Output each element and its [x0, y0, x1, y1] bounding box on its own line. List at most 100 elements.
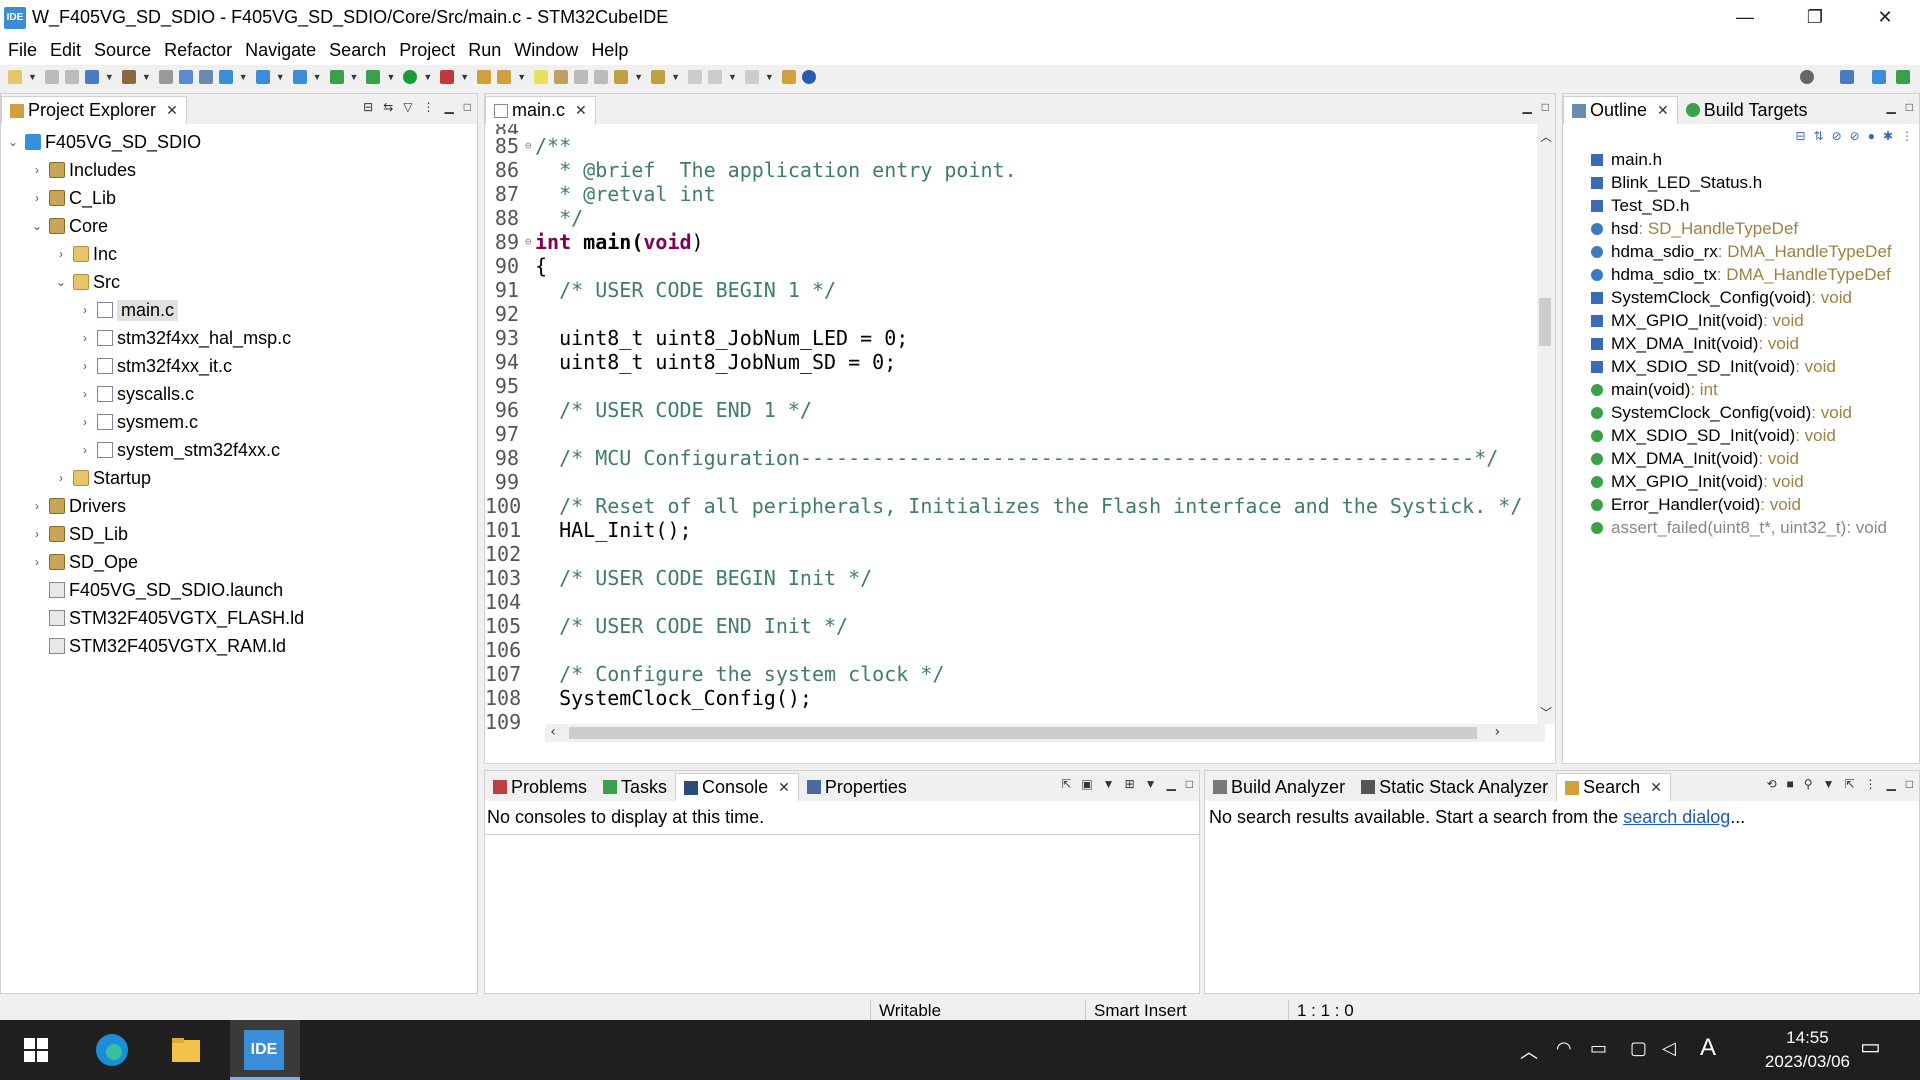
close-tab-icon[interactable]: ✕	[166, 102, 178, 119]
close-tab-icon[interactable]: ✕	[1650, 779, 1662, 796]
fold-toggle-icon[interactable]: ⊖	[525, 134, 535, 158]
tree-item[interactable]: › SD_Lib	[1, 520, 477, 548]
prev-annotation-icon[interactable]	[651, 70, 666, 84]
tab-main-c[interactable]: main.c ✕	[485, 96, 596, 124]
save-icon[interactable]	[44, 70, 59, 84]
outline-item[interactable]: MX_GPIO_Init(void) : void	[1563, 309, 1919, 332]
info-icon[interactable]	[801, 70, 816, 84]
menu-search[interactable]: Search	[325, 40, 390, 61]
expanded-chevron-icon[interactable]: ⌄	[53, 275, 69, 289]
menu-file[interactable]: File	[4, 40, 41, 61]
view-menu-icon[interactable]: ⋮	[1901, 129, 1913, 143]
back-dropdown-icon[interactable]: ▼	[728, 72, 737, 82]
new-dropdown-icon[interactable]: ▼	[28, 72, 37, 82]
new-source-icon[interactable]	[255, 70, 270, 84]
menu-edit[interactable]: Edit	[46, 40, 85, 61]
tab-project-explorer[interactable]: Project Explorer ✕	[1, 96, 187, 124]
prev-annotation-dropdown-icon[interactable]: ▼	[671, 72, 680, 82]
tab-outline[interactable]: Outline ✕	[1563, 96, 1678, 124]
new-project-dropdown-icon[interactable]: ▼	[239, 72, 248, 82]
external-tools-dropdown-icon[interactable]: ▼	[460, 72, 469, 82]
search-dialog-link[interactable]: search dialog	[1623, 807, 1730, 827]
maximize-view-icon[interactable]: □	[464, 100, 471, 114]
tab-static-stack-analyzer[interactable]: Static Stack Analyzer	[1353, 773, 1556, 801]
device-config-dropdown-icon[interactable]: ▼	[105, 72, 114, 82]
new-class-icon[interactable]	[292, 70, 307, 84]
network-icon[interactable]: ◠	[1556, 1038, 1572, 1059]
save-all-icon[interactable]	[64, 70, 79, 84]
search-icon[interactable]	[1800, 70, 1814, 84]
scroll-up-icon[interactable]: ︿	[1540, 128, 1552, 145]
rerun-search-icon[interactable]: ⟲	[1766, 777, 1776, 791]
maximize-button[interactable]: ❐	[1780, 0, 1850, 35]
collapse-all-icon[interactable]: ⊟	[363, 100, 373, 114]
outline-item[interactable]: MX_DMA_Init(void) : void	[1563, 332, 1919, 355]
external-tools-icon[interactable]	[440, 70, 455, 84]
clock[interactable]: 14:55 2023/03/06	[1765, 1026, 1850, 1074]
tree-item[interactable]: › SD_Ope	[1, 548, 477, 576]
outline-item[interactable]: hdma_sdio_rx : DMA_HandleTypeDef	[1563, 240, 1919, 263]
expanded-chevron-icon[interactable]: ⌄	[5, 135, 21, 149]
open-type-icon[interactable]	[477, 70, 492, 84]
tab-properties[interactable]: Properties	[799, 773, 915, 801]
search-tool-dropdown-icon[interactable]: ▼	[517, 72, 526, 82]
close-button[interactable]: ✕	[1850, 0, 1920, 35]
outline-item[interactable]: SystemClock_Config(void) : void	[1563, 286, 1919, 309]
tree-item[interactable]: › Drivers	[1, 492, 477, 520]
outline-item[interactable]: MX_SDIO_SD_Init(void) : void	[1563, 355, 1919, 378]
tree-item[interactable]: › main.c	[1, 296, 477, 324]
code-editor[interactable]: 84 85⊖/**86 * @brief The application ent…	[485, 124, 1555, 746]
collapsed-chevron-icon[interactable]: ›	[77, 387, 93, 401]
tree-item[interactable]: STM32F405VGTX_FLASH.ld	[1, 604, 477, 632]
menu-project[interactable]: Project	[395, 40, 459, 61]
scroll-down-icon[interactable]: ﹀	[1540, 704, 1552, 721]
build-all-icon[interactable]	[158, 70, 173, 84]
new-project-icon[interactable]	[218, 70, 233, 84]
minimize-view-icon[interactable]: ▁	[1887, 777, 1896, 791]
perspective-cpp-icon[interactable]	[1840, 70, 1854, 84]
refresh-dropdown-icon[interactable]: ▼	[350, 72, 359, 82]
run-icon[interactable]	[403, 70, 418, 84]
next-annotation-icon[interactable]	[614, 70, 629, 84]
tree-item[interactable]: › C_Lib	[1, 184, 477, 212]
expanded-chevron-icon[interactable]: ⌄	[29, 219, 45, 233]
horizontal-scroll-thumb[interactable]	[569, 727, 1477, 739]
minimize-button[interactable]: —	[1710, 0, 1780, 35]
view-menu-icon[interactable]: ⋮	[1865, 777, 1877, 791]
vertical-scroll-thumb[interactable]	[1539, 298, 1551, 346]
collapsed-chevron-icon[interactable]: ›	[53, 247, 69, 261]
search-tool-icon[interactable]	[497, 70, 512, 84]
tree-item[interactable]: › syscalls.c	[1, 380, 477, 408]
history-dropdown-icon[interactable]: ▼	[1823, 777, 1835, 791]
scroll-right-icon[interactable]: ›	[1493, 724, 1501, 740]
outline-item[interactable]: main(void) : int	[1563, 378, 1919, 401]
volume-icon[interactable]: ◁	[1662, 1038, 1676, 1059]
edge-browser-icon[interactable]	[90, 1028, 134, 1072]
outline-item[interactable]: MX_DMA_Init(void) : void	[1563, 447, 1919, 470]
hide-static-icon[interactable]: ⊘	[1850, 129, 1860, 143]
editor-horizontal-scrollbar[interactable]: ‹ ›	[545, 724, 1545, 742]
menu-navigate[interactable]: Navigate	[241, 40, 320, 61]
notifications-icon[interactable]: ▭	[1860, 1034, 1881, 1060]
toggle-block-icon[interactable]	[554, 70, 569, 84]
pilcrow-icon[interactable]	[594, 70, 609, 84]
tab-problems[interactable]: Problems	[485, 773, 595, 801]
tab-build-analyzer[interactable]: Build Analyzer	[1205, 773, 1353, 801]
windows-start-icon[interactable]	[14, 1028, 58, 1072]
open-console-icon[interactable]: ⊞	[1125, 777, 1135, 791]
maximize-view-icon[interactable]: □	[1906, 777, 1913, 791]
tree-item[interactable]: ⌄ Src	[1, 268, 477, 296]
tab-search[interactable]: Search ✕	[1556, 773, 1671, 801]
outline-item[interactable]: SystemClock_Config(void) : void	[1563, 401, 1919, 424]
perspective-debug-icon[interactable]	[1896, 70, 1910, 84]
build-dropdown-icon[interactable]: ▼	[142, 72, 151, 82]
maximize-view-icon[interactable]: □	[1542, 100, 1549, 114]
outline-item[interactable]: Test_SD.h	[1563, 194, 1919, 217]
outline-item[interactable]: hsd : SD_HandleTypeDef	[1563, 217, 1919, 240]
device-icon[interactable]: ▢	[1630, 1038, 1647, 1059]
view-menu-icon[interactable]: ⋮	[423, 100, 435, 114]
close-tab-icon[interactable]: ✕	[778, 779, 790, 796]
perspective-device-icon[interactable]	[1872, 70, 1886, 84]
menu-help[interactable]: Help	[587, 40, 632, 61]
tree-item[interactable]: › Includes	[1, 156, 477, 184]
